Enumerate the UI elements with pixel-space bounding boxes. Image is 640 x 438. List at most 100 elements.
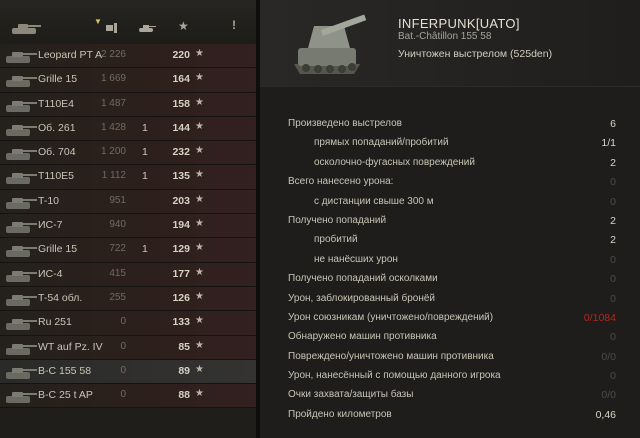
player-xp: 126 <box>172 291 190 304</box>
stat-label: Получено попаданий осколками <box>288 273 438 285</box>
player-xp: 164 <box>172 73 190 86</box>
player-damage: 1 487 <box>100 97 126 109</box>
vehicle-image-icon <box>294 14 367 74</box>
stat-value: 2 <box>610 234 616 247</box>
xp-star-icon: ★ <box>195 169 204 181</box>
stat-label: Очки захвата/защиты базы <box>288 389 414 401</box>
stat-label: Пройдено километров <box>288 408 392 420</box>
vehicle-silhouette-icon <box>6 149 37 161</box>
player-row[interactable]: B-C 25 t AP 0 88 ★ <box>0 384 256 409</box>
stat-value: 0 <box>610 195 616 208</box>
stat-value: 0 <box>610 292 616 305</box>
xp-star-icon: ★ <box>195 72 204 84</box>
damage-column-icon[interactable] <box>106 22 120 34</box>
stat-row: Урон, нанесённый с помощью данного игрок… <box>288 367 618 386</box>
xp-star-icon: ★ <box>195 315 204 327</box>
stat-label: Урон, нанесённый с помощью данного игрок… <box>288 370 501 382</box>
player-detail-header: INFERPUNK[UATO] Bat.-Châtillon 155 58 Ун… <box>260 0 640 87</box>
player-damage: 1 428 <box>100 121 126 133</box>
player-xp: 158 <box>172 97 190 110</box>
stat-row: не нанёсших урон 0 <box>288 251 618 270</box>
player-vehicle-name: B-C 25 t AP <box>38 389 93 402</box>
vehicle-silhouette-icon <box>6 173 37 185</box>
stat-row: Пройдено километров 0,46 <box>288 406 618 425</box>
stat-row: пробитий 2 <box>288 231 618 250</box>
player-vehicle-name: Об. 704 <box>38 146 76 159</box>
death-status: Уничтожен выстрелом (525den) <box>398 48 553 60</box>
xp-star-icon: ★ <box>195 218 204 230</box>
player-damage: 951 <box>109 194 126 206</box>
player-row[interactable]: T-10 951 203 ★ <box>0 189 256 215</box>
player-kills: 1 <box>142 243 148 256</box>
player-damage: 0 <box>120 364 126 376</box>
player-xp: 232 <box>172 146 190 159</box>
stat-value: 0 <box>610 370 616 383</box>
xp-star-icon: ★ <box>195 339 204 351</box>
xp-star-icon: ★ <box>195 388 204 400</box>
player-damage: 0 <box>120 316 126 328</box>
stat-value: 0 <box>610 331 616 344</box>
stat-label: Получено попаданий <box>288 214 387 226</box>
player-xp: 144 <box>172 121 190 134</box>
xp-star-icon[interactable]: ★ <box>178 19 189 33</box>
player-vehicle-name: T110E5 <box>38 170 74 183</box>
xp-star-icon: ★ <box>195 290 204 302</box>
player-row[interactable]: ИС-4 415 177 ★ <box>0 262 256 287</box>
stat-row: Урон, заблокированный бронёй 0 <box>288 290 618 309</box>
stat-row: Получено попаданий осколками 0 <box>288 270 618 289</box>
xp-star-icon: ★ <box>195 193 204 205</box>
stat-label: Урон, заблокированный бронёй <box>288 292 436 304</box>
stat-value: 2 <box>610 156 616 169</box>
stat-value: 1/1 <box>601 137 616 150</box>
stat-label: осколочно-фугасных повреждений <box>314 156 475 168</box>
stat-row: Очки захвата/защиты базы 0/0 <box>288 386 618 405</box>
player-row[interactable]: Ru 251 0 133 ★ <box>0 311 256 336</box>
player-row[interactable]: T-54 обл. 255 126 ★ <box>0 286 256 312</box>
player-row[interactable]: WT auf Pz. IV 0 85 ★ <box>0 335 256 360</box>
player-row[interactable]: Grille 15 1 669 164 ★ <box>0 68 256 93</box>
kills-column-icon[interactable] <box>138 23 156 33</box>
player-xp: 220 <box>172 49 190 61</box>
team-list-header: ▼ ★ ! <box>0 0 256 45</box>
stat-row: Получено попаданий 2 <box>288 212 618 231</box>
player-xp: 85 <box>178 340 190 353</box>
info-icon[interactable]: ! <box>232 18 236 32</box>
vehicle-silhouette-icon <box>6 270 37 282</box>
stat-value: 0 <box>610 176 616 189</box>
stat-label: Урон союзникам (уничтожено/повреждений) <box>288 311 494 323</box>
team-list-panel: ▼ ★ ! Leopard PT A2 226 220 ★ Grille 15 1 66… <box>0 0 256 438</box>
stat-label: Обнаружено машин противника <box>288 331 437 343</box>
vehicle-silhouette-icon <box>6 100 37 112</box>
player-row[interactable]: B-C 155 58 0 89 ★ <box>0 359 256 385</box>
vehicle-silhouette-icon <box>6 222 37 234</box>
player-xp: 129 <box>172 243 190 256</box>
player-vehicle-name: Grille 15 <box>38 243 78 256</box>
player-vehicle-name: T110E4 <box>38 97 74 110</box>
player-row[interactable]: Об. 704 1 200 1 232 ★ <box>0 141 256 166</box>
player-damage: 0 <box>120 389 126 401</box>
vehicle-silhouette-icon <box>6 319 37 331</box>
player-damage: 0 <box>120 340 126 352</box>
stat-value: 0/0 <box>601 350 616 363</box>
player-row[interactable]: T110E4 1 487 158 ★ <box>0 92 256 117</box>
player-row[interactable]: T110E5 1 112 1 135 ★ <box>0 165 256 190</box>
stat-value: 2 <box>610 214 616 227</box>
player-xp: 194 <box>172 219 190 232</box>
vehicle-silhouette-icon <box>6 294 37 306</box>
stat-row: Повреждено/уничтожено машин противника 0/… <box>288 348 618 367</box>
player-row[interactable]: Leopard PT A2 226 220 ★ <box>0 44 256 69</box>
player-kills: 1 <box>142 170 148 183</box>
stat-row: осколочно-фугасных повреждений 2 <box>288 154 618 173</box>
player-row[interactable]: Об. 261 1 428 1 144 ★ <box>0 116 256 142</box>
tank-type-icon[interactable] <box>8 22 42 36</box>
battle-stats-list: Произведено выстрелов 6 прямых попаданий/п… <box>288 115 618 425</box>
player-row[interactable]: Grille 15 722 1 129 ★ <box>0 238 256 263</box>
player-xp: 135 <box>172 170 190 183</box>
player-damage: 1 112 <box>101 170 126 182</box>
vehicle-silhouette-icon <box>6 124 37 136</box>
stat-value: 0,46 <box>595 408 616 421</box>
sort-arrow-icon[interactable]: ▼ <box>94 17 102 26</box>
stat-value: 0 <box>610 253 616 266</box>
player-row[interactable]: ИС-7 940 194 ★ <box>0 214 256 239</box>
stat-value: 0/1084 <box>583 311 616 324</box>
